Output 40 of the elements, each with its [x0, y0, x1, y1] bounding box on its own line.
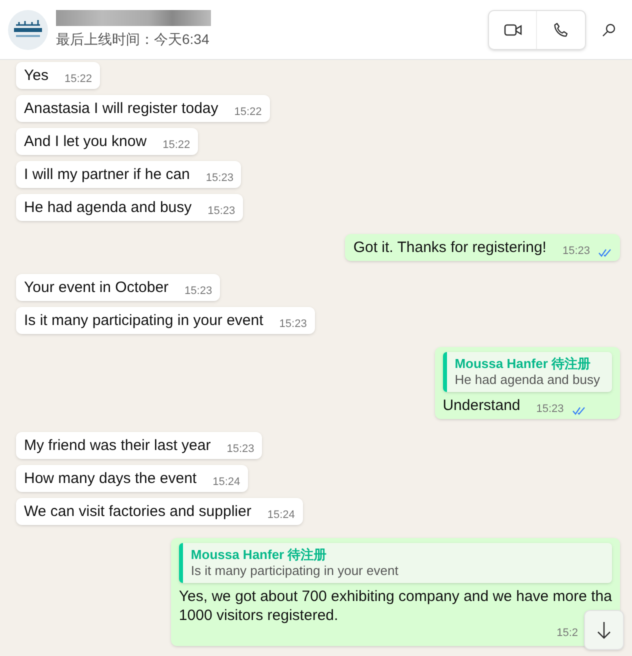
arrow-down-icon: [597, 621, 611, 639]
quoted-message[interactable]: Moussa Hanfer 待注册 Is it many participating in your event: [178, 543, 612, 583]
message-time: 15:23: [206, 170, 234, 186]
message-text: He had agenda and busy: [24, 198, 192, 217]
message-text: Your event in October: [24, 278, 169, 297]
message-time: 15:23: [562, 244, 590, 258]
message-text: Understand: [442, 396, 520, 415]
video-camera-icon: [504, 22, 522, 36]
message-text: Yes, we got about 700 exhibiting company and we have more tha: [178, 587, 612, 606]
message-time: 15:23: [184, 284, 212, 298]
message-time: 15:23: [208, 204, 236, 218]
quote-text: Is it many participating in your event: [190, 563, 400, 579]
message-text: Yes: [24, 66, 48, 85]
message-text: Got it. Thanks for registering!: [353, 238, 546, 257]
search-icon: [602, 22, 616, 36]
message-time: 15:23: [279, 316, 307, 332]
avatar-logo[interactable]: [8, 10, 48, 50]
message-text: And I let you know: [24, 132, 147, 151]
quote-text: He had agenda and busy: [454, 372, 600, 388]
message-time: 15:22: [162, 138, 190, 152]
message-time: 15:23: [536, 402, 564, 416]
message-time: 15:24: [267, 508, 295, 522]
message-text: Is it many participating in your event: [24, 311, 264, 330]
message-text: We can visit factories and supplier: [24, 502, 252, 521]
message-time: 15:24: [212, 474, 240, 490]
message-time: 15:22: [234, 104, 262, 120]
message-text: I will my partner if he can: [24, 165, 190, 184]
quote-author: Moussa Hanfer 待注册: [190, 547, 328, 563]
message-text: How many days the event: [24, 469, 197, 488]
phone-icon: [553, 22, 569, 38]
last-seen-status: 最后上线时间：今天6:34: [56, 30, 210, 48]
quote-author: Moussa Hanfer 待注册: [454, 356, 592, 372]
message-text: 1000 visitors registered.: [178, 606, 340, 625]
scroll-down-button[interactable]: [584, 610, 624, 650]
message-text: Anastasia I will register today: [24, 99, 218, 118]
message-time: 15:23: [226, 442, 254, 456]
quoted-message[interactable]: Moussa Hanfer 待注册 He had agenda and busy: [442, 352, 612, 392]
message-time: 15:2: [556, 626, 578, 641]
message-text: My friend was their last year: [24, 436, 211, 455]
message-time: 15:22: [64, 72, 92, 86]
